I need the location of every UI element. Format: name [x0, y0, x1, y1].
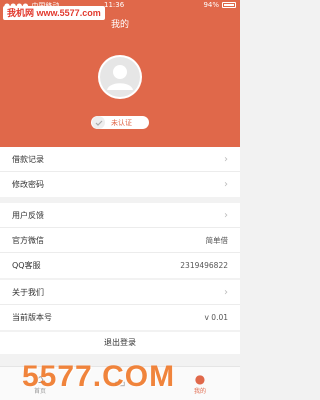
menu-group-about: 关于我们 › 当前版本号 v 0.01 [0, 280, 240, 330]
menu-item-label: 用户反馈 [12, 210, 44, 220]
menu-item-label: 当前版本号 [12, 313, 52, 322]
battery-percent: 94% [203, 1, 219, 9]
menu-item-feedback[interactable]: 用户反馈 › [0, 203, 240, 228]
chevron-right-icon: › [224, 286, 228, 298]
wechat-value: 简单借 [205, 235, 229, 245]
avatar[interactable] [98, 55, 142, 99]
menu-item-label: 官方微信 [12, 235, 44, 245]
user-avatar-icon [100, 57, 140, 97]
menu-item-qq-service: QQ客服 2319496822 [0, 253, 240, 278]
battery-icon [222, 2, 236, 8]
verify-icon [92, 116, 105, 129]
chevron-right-icon: › [224, 209, 228, 221]
clock: 11:36 [104, 1, 125, 9]
menu-group-account: 借款记录 › 修改密码 › [0, 147, 240, 197]
menu-group-support: 用户反馈 › 官方微信 简单借 QQ客服 2319496822 [0, 203, 240, 278]
menu-item-label: QQ客服 [12, 261, 41, 270]
version-value: v 0.01 [204, 313, 228, 322]
menu-item-change-password[interactable]: 修改密码 › [0, 172, 240, 197]
menu-item-label: 关于我们 [12, 287, 44, 297]
site-watermark-large: 5577.COM [22, 360, 176, 393]
menu-item-loan-records[interactable]: 借款记录 › [0, 147, 240, 172]
menu-item-label: 借款记录 [12, 154, 44, 164]
qq-value: 2319496822 [180, 261, 228, 270]
chevron-right-icon: › [224, 153, 228, 165]
menu-item-label: 修改密码 [12, 180, 44, 189]
menu-item-official-wechat: 官方微信 简单借 [0, 228, 240, 253]
menu-item-version: 当前版本号 v 0.01 [0, 305, 240, 330]
page-title: 我的 [110, 20, 129, 30]
verify-label: 未认证 [111, 118, 132, 127]
menu-item-about-us[interactable]: 关于我们 › [0, 280, 240, 305]
verify-status-badge[interactable]: 未认证 [91, 116, 149, 129]
chevron-right-icon: › [224, 179, 228, 190]
logout-button[interactable]: 退出登录 [0, 332, 240, 354]
